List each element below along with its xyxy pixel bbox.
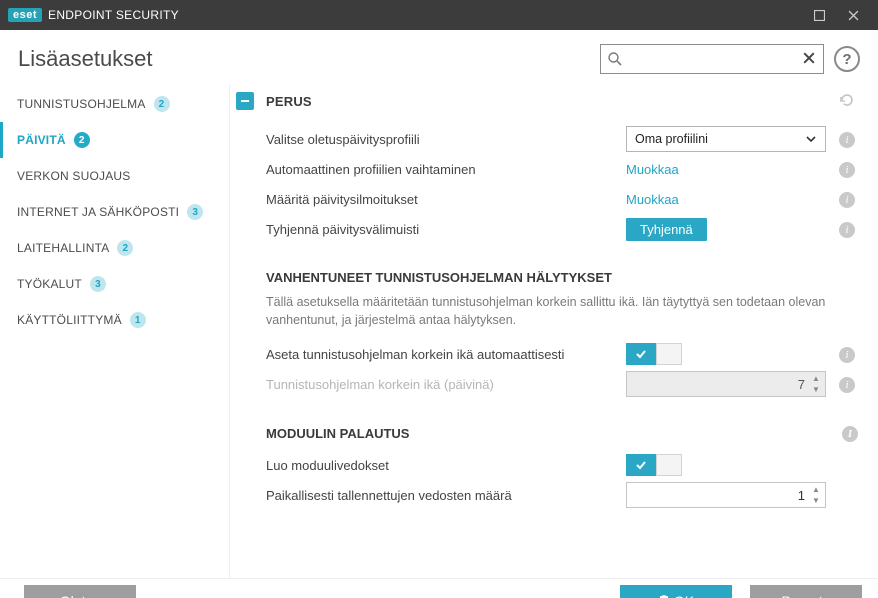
sidebar-item-label: TYÖKALUT	[17, 277, 82, 291]
subsection-label: VANHENTUNEET TUNNISTUSOHJELMAN HÄLYTYKSE…	[266, 270, 612, 285]
ok-button[interactable]: OK	[620, 585, 732, 598]
row-label: Luo moduulivedokset	[266, 458, 626, 473]
titlebar: eset ENDPOINT SECURITY	[0, 0, 878, 30]
arrow-up-icon: ▲	[809, 373, 823, 384]
subsection-description: Tällä asetuksella määritetään tunnistuso…	[266, 293, 826, 329]
sidebar-item-detection-engine[interactable]: TUNNISTUSOHJELMA 2	[0, 86, 229, 122]
stepper[interactable]: ▲ ▼	[809, 484, 823, 506]
clear-cache-button[interactable]: Tyhjennä	[626, 218, 707, 241]
close-icon	[848, 10, 859, 21]
sidebar-item-tools[interactable]: TYÖKALUT 3	[0, 266, 229, 302]
info-icon[interactable]: i	[842, 426, 858, 442]
product-name: ENDPOINT SECURITY	[48, 8, 179, 22]
sidebar-item-device-control[interactable]: LAITEHALLINTA 2	[0, 230, 229, 266]
row-label: Määritä päivitysilmoitukset	[266, 192, 626, 207]
sidebar-badge: 2	[117, 240, 133, 256]
auto-max-age-toggle[interactable]	[626, 343, 682, 365]
check-icon	[635, 459, 647, 471]
arrow-down-icon[interactable]: ▼	[809, 495, 823, 506]
row-default-profile: Valitse oletuspäivitysprofiili Oma profi…	[266, 124, 858, 154]
square-icon	[814, 10, 825, 21]
row-label: Paikallisesti tallennettujen vedosten mä…	[266, 488, 626, 503]
row-local-snapshot-count: Paikallisesti tallennettujen vedosten mä…	[266, 480, 858, 510]
help-button[interactable]: ?	[834, 46, 860, 72]
sidebar-badge: 2	[154, 96, 170, 112]
header: Lisäasetukset ?	[0, 30, 878, 84]
x-icon	[803, 52, 815, 64]
window-maximize-button[interactable]	[802, 0, 836, 30]
sidebar-item-label: VERKON SUOJAUS	[17, 169, 131, 183]
row-label: Aseta tunnistusohjelman korkein ikä auto…	[266, 347, 626, 362]
arrow-down-icon: ▼	[809, 384, 823, 395]
info-icon[interactable]: i	[839, 222, 855, 238]
number-value: 7	[798, 377, 805, 392]
number-value: 1	[798, 488, 805, 503]
minus-icon	[240, 96, 250, 106]
subsection-label: MODUULIN PALAUTUS	[266, 426, 409, 441]
undo-icon	[838, 92, 854, 108]
sidebar-item-ui[interactable]: KÄYTTÖLIITTYMÄ 1	[0, 302, 229, 338]
section-title: PERUS	[266, 94, 312, 109]
content-pane: PERUS Valitse oletuspäivitysprofiili Oma…	[230, 84, 878, 578]
page-title: Lisäasetukset	[18, 46, 153, 72]
defaults-button[interactable]: Oletus	[24, 585, 136, 598]
sidebar-item-update[interactable]: PÄIVITÄ 2	[0, 122, 229, 158]
sidebar-item-network-protection[interactable]: VERKON SUOJAUS	[0, 158, 229, 194]
search-field[interactable]	[600, 44, 824, 74]
select-value: Oma profiilini	[635, 132, 708, 146]
chevron-down-icon	[805, 133, 817, 148]
edit-notifications-link[interactable]: Muokkaa	[626, 192, 679, 207]
row-label: Tunnistusohjelman korkein ikä (päivinä)	[266, 377, 626, 392]
row-auto-profile-switch: Automaattinen profiilien vaihtaminen Muo…	[266, 154, 858, 184]
sidebar-item-label: LAITEHALLINTA	[17, 241, 109, 255]
sidebar: TUNNISTUSOHJELMA 2 PÄIVITÄ 2 VERKON SUOJ…	[0, 84, 230, 578]
ok-button-label: OK	[674, 593, 694, 598]
local-snapshot-count-input[interactable]: 1 ▲ ▼	[626, 482, 826, 508]
sidebar-badge: 2	[74, 132, 90, 148]
info-icon[interactable]: i	[839, 377, 855, 393]
sidebar-item-label: PÄIVITÄ	[17, 133, 66, 147]
subsection-rollback-title: MODUULIN PALAUTUS i	[266, 425, 858, 442]
brand-badge: eset	[8, 8, 42, 22]
subsection-alerts-title: VANHENTUNEET TUNNISTUSOHJELMAN HÄLYTYKSE…	[266, 270, 858, 285]
row-update-notifications: Määritä päivitysilmoitukset Muokkaa i	[266, 184, 858, 214]
shield-icon	[658, 593, 670, 598]
sidebar-item-label: KÄYTTÖLIITTYMÄ	[17, 313, 122, 327]
edit-auto-switch-link[interactable]: Muokkaa	[626, 162, 679, 177]
row-create-snapshots: Luo moduulivedokset	[266, 450, 858, 480]
row-label: Automaattinen profiilien vaihtaminen	[266, 162, 626, 177]
search-icon	[607, 51, 623, 70]
sidebar-badge: 3	[187, 204, 203, 220]
info-icon[interactable]: i	[839, 192, 855, 208]
question-icon: ?	[842, 51, 851, 68]
row-auto-max-age: Aseta tunnistusohjelman korkein ikä auto…	[266, 339, 858, 369]
row-max-age-days: Tunnistusohjelman korkein ikä (päivinä) …	[266, 369, 858, 399]
sidebar-badge: 1	[130, 312, 146, 328]
footer: Oletus OK Peruuta	[0, 578, 878, 598]
info-icon[interactable]: i	[839, 132, 855, 148]
sidebar-item-label: TUNNISTUSOHJELMA	[17, 97, 146, 111]
section-basic-header: PERUS	[236, 84, 858, 118]
collapse-toggle[interactable]	[236, 92, 254, 110]
info-icon[interactable]: i	[839, 347, 855, 363]
row-label: Tyhjennä päivitysvälimuisti	[266, 222, 626, 237]
stepper: ▲ ▼	[809, 373, 823, 395]
search-input[interactable]	[627, 52, 801, 67]
default-profile-select[interactable]: Oma profiilini	[626, 126, 826, 152]
check-icon	[635, 348, 647, 360]
window-close-button[interactable]	[836, 0, 870, 30]
reset-section-button[interactable]	[838, 92, 854, 111]
info-icon[interactable]: i	[839, 162, 855, 178]
arrow-up-icon[interactable]: ▲	[809, 484, 823, 495]
sidebar-item-web-email[interactable]: INTERNET JA SÄHKÖPOSTI 3	[0, 194, 229, 230]
row-label: Valitse oletuspäivitysprofiili	[266, 132, 626, 147]
max-age-input: 7 ▲ ▼	[626, 371, 826, 397]
sidebar-badge: 3	[90, 276, 106, 292]
brand: eset ENDPOINT SECURITY	[8, 8, 179, 22]
create-snapshots-toggle[interactable]	[626, 454, 682, 476]
sidebar-item-label: INTERNET JA SÄHKÖPOSTI	[17, 205, 179, 219]
search-clear-button[interactable]	[801, 51, 817, 67]
row-clear-cache: Tyhjennä päivitysvälimuisti Tyhjennä i	[266, 214, 858, 244]
cancel-button[interactable]: Peruuta	[750, 585, 862, 598]
